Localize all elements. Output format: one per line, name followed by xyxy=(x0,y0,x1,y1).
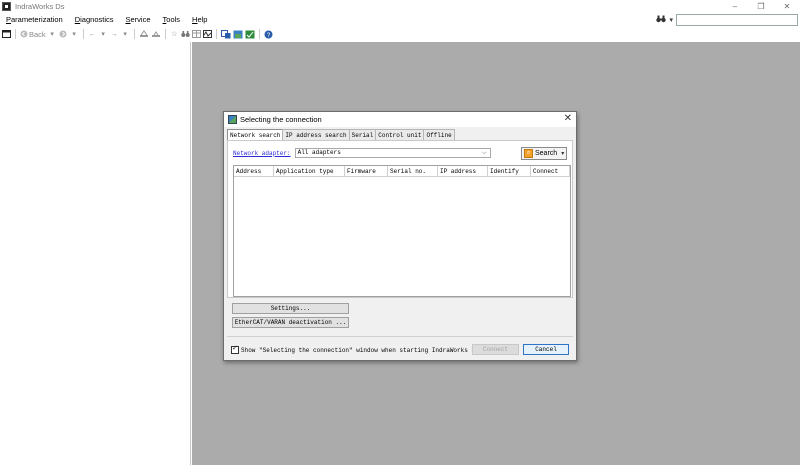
global-search-input[interactable] xyxy=(676,13,798,26)
dialog-titlebar: Selecting the connection ✕ xyxy=(224,112,576,127)
network-icon[interactable] xyxy=(139,29,149,40)
back-label: Back xyxy=(29,29,46,39)
tab-offline[interactable]: Offline xyxy=(423,129,455,140)
toolbar-separator xyxy=(133,29,135,39)
back-button[interactable]: Back xyxy=(20,29,46,40)
toolbar-separator xyxy=(15,29,16,39)
project-explorer-pane xyxy=(0,42,191,465)
dialog-separator xyxy=(227,336,573,337)
restore-button[interactable]: ❐ xyxy=(748,0,774,12)
dialog-tabs: Network search IP address search Serial … xyxy=(227,129,455,141)
menu-service[interactable]: Service xyxy=(120,15,157,24)
toolbar-separator xyxy=(164,29,166,39)
window-icon[interactable] xyxy=(2,29,11,40)
cancel-button[interactable]: Cancel xyxy=(523,344,569,355)
ethercat-varan-deactivation-button[interactable]: EtherCAT/VARAN deactivation ... xyxy=(232,317,349,328)
toolbar-separator xyxy=(215,29,217,39)
binoculars-icon[interactable] xyxy=(656,15,667,25)
help-icon[interactable]: ? xyxy=(264,29,273,40)
toolbar-separator xyxy=(258,29,260,39)
network-search-panel: Network adapter: All adapters ⌵ ⌕ Search… xyxy=(227,140,573,298)
global-search-area: ▾ xyxy=(656,13,798,26)
search-dropdown-icon[interactable]: ▾ xyxy=(669,16,673,24)
window-controls: – ❐ ✕ xyxy=(722,0,800,12)
chevron-down-icon: ⌵ xyxy=(482,150,487,156)
toolbar: Back ▾ ▾ ← ▾ → ▾ ☆ ? xyxy=(0,27,800,41)
show-on-start-checkbox[interactable] xyxy=(231,344,239,354)
toolbar-separator xyxy=(82,29,84,39)
arrow-left-icon[interactable]: ← xyxy=(88,29,97,40)
settings-button[interactable]: Settings... xyxy=(232,303,349,314)
selecting-connection-dialog: Selecting the connection ✕ Network searc… xyxy=(223,111,577,361)
menu-parameterization[interactable]: Parameterization xyxy=(0,15,69,24)
window-titlebar: IndraWorks Ds – ❐ ✕ xyxy=(0,0,800,12)
grid-header: Address Application type Firmware Serial… xyxy=(234,166,570,177)
connection-dialog-icon xyxy=(228,115,237,124)
forward-dropdown-icon[interactable]: ▾ xyxy=(70,29,79,40)
device-results-grid[interactable]: Address Application type Firmware Serial… xyxy=(233,165,571,297)
arrow-right-dropdown-icon[interactable]: ▾ xyxy=(121,29,130,40)
back-dropdown-icon[interactable]: ▾ xyxy=(48,29,57,40)
show-on-start-row: Show "Selecting the connection" window w… xyxy=(231,344,479,354)
column-address[interactable]: Address xyxy=(234,166,274,176)
search-icon: ⌕ xyxy=(524,149,533,158)
oscilloscope-icon[interactable] xyxy=(202,29,212,40)
search-button-label: Search xyxy=(535,150,558,157)
favorites-star-icon[interactable]: ☆ xyxy=(170,29,179,40)
tab-control-unit[interactable]: Control unit xyxy=(375,129,425,140)
table-view-icon[interactable] xyxy=(191,29,201,40)
menu-diagnostics[interactable]: Diagnostics xyxy=(69,15,120,24)
back-arrow-icon xyxy=(20,30,28,38)
menu-label: iagnostics xyxy=(80,15,114,24)
close-button[interactable]: ✕ xyxy=(774,0,800,12)
go-online-icon[interactable] xyxy=(245,29,255,40)
device-icon[interactable] xyxy=(220,29,231,40)
column-identify[interactable]: Identify xyxy=(488,166,531,176)
column-connect[interactable]: Connect xyxy=(531,166,570,176)
window-title: IndraWorks Ds xyxy=(15,1,65,11)
column-ip-address[interactable]: IP address xyxy=(438,166,488,176)
dialog-close-icon[interactable]: ✕ xyxy=(564,113,572,124)
network-adapter-link[interactable]: Network adapter: xyxy=(233,150,291,157)
adapter-select-value: All adapters xyxy=(297,149,341,156)
tab-serial[interactable]: Serial xyxy=(348,129,377,140)
menu-tools[interactable]: Tools xyxy=(157,15,187,24)
menu-label: arameterization xyxy=(11,15,63,24)
column-application-type[interactable]: Application type xyxy=(274,166,345,176)
menu-label: ools xyxy=(166,15,181,24)
forward-button[interactable] xyxy=(59,29,68,40)
app-icon xyxy=(2,1,11,11)
menu-label: ervice xyxy=(130,15,151,24)
adapter-row: Network adapter: All adapters ⌵ xyxy=(233,148,491,158)
show-on-start-label[interactable]: Show "Selecting the connection" window w… xyxy=(241,347,479,354)
minimize-button[interactable]: – xyxy=(722,0,748,12)
connect-button[interactable]: Connect xyxy=(472,344,519,355)
column-serial-no[interactable]: Serial no. xyxy=(388,166,438,176)
network-offline-icon[interactable] xyxy=(151,29,161,40)
forward-arrow-icon xyxy=(59,30,67,38)
connection-dialog-icon[interactable] xyxy=(233,29,243,40)
search-button[interactable]: ⌕ Search ▾ xyxy=(521,147,567,160)
menu-help[interactable]: Help xyxy=(186,15,213,24)
find-icon[interactable] xyxy=(180,29,190,40)
arrow-left-dropdown-icon[interactable]: ▾ xyxy=(99,29,108,40)
tab-ip-address-search[interactable]: IP address search xyxy=(282,129,350,140)
menu-label: elp xyxy=(197,15,208,24)
column-firmware[interactable]: Firmware xyxy=(345,166,388,176)
search-dropdown-icon[interactable]: ▾ xyxy=(561,150,564,157)
network-adapter-select[interactable]: All adapters ⌵ xyxy=(294,148,491,158)
arrow-right-icon[interactable]: → xyxy=(110,29,119,40)
dialog-title: Selecting the connection xyxy=(240,115,322,124)
